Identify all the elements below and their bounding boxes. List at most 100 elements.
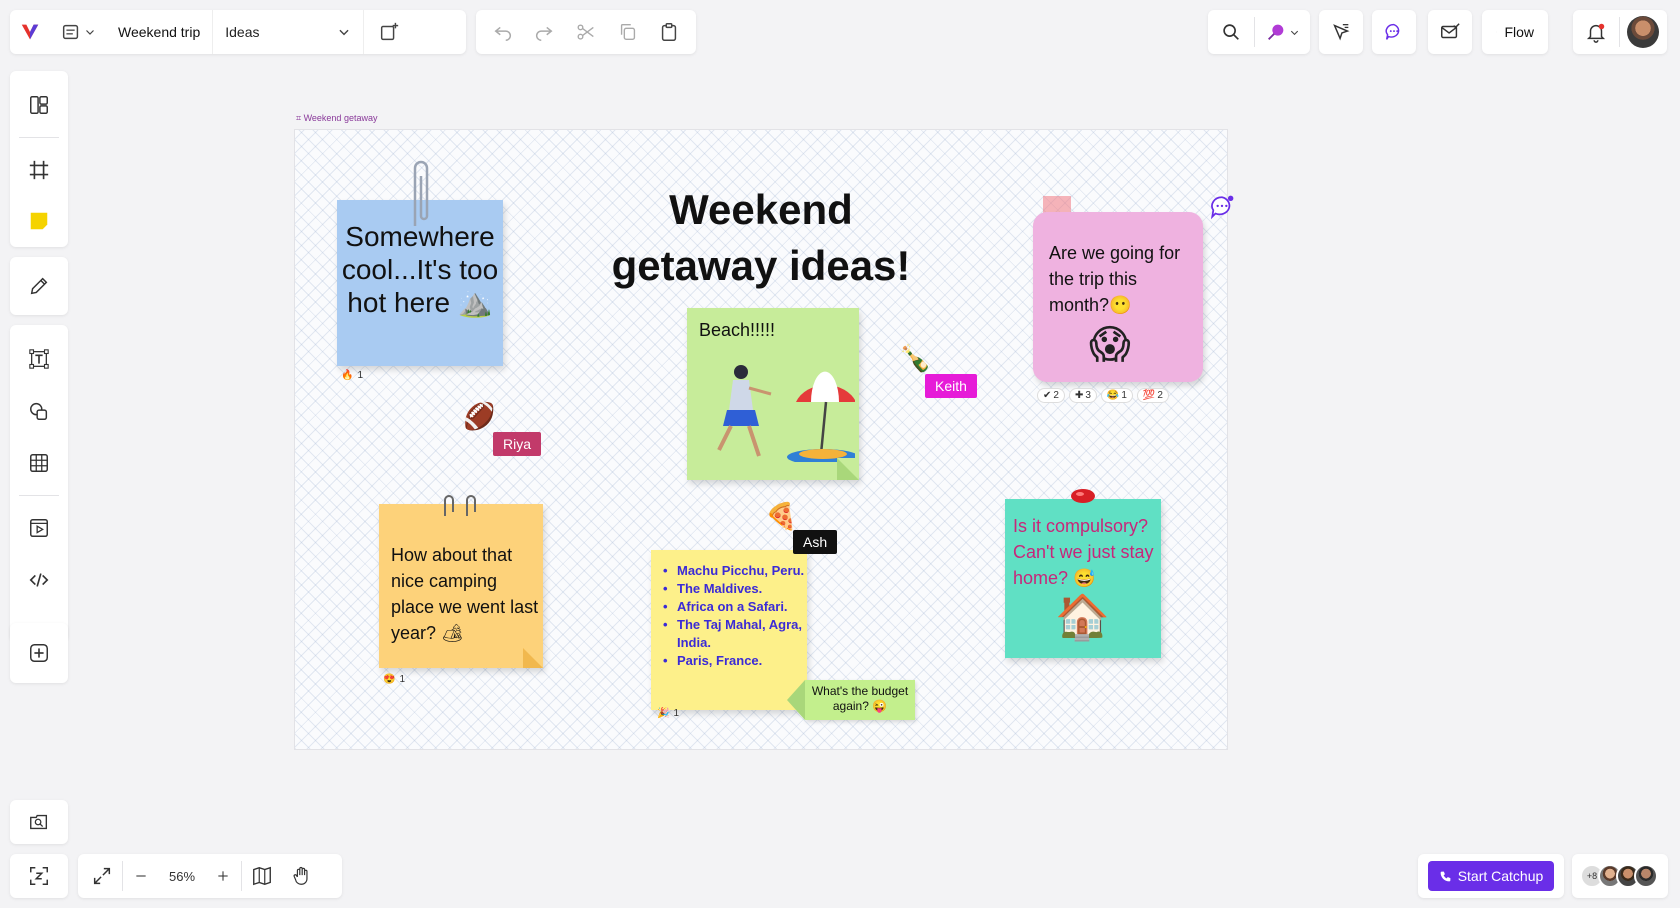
- table-tool-button[interactable]: [15, 437, 63, 489]
- zoom-out-button[interactable]: [123, 856, 159, 896]
- sticky-note-yellow[interactable]: How about that nice camping place we wen…: [379, 504, 543, 668]
- fullscreen-button[interactable]: [82, 856, 122, 896]
- comment-marker-icon[interactable]: [1209, 194, 1235, 220]
- pushpin-icon: [1071, 489, 1095, 503]
- zoom-toolbar: 56%: [78, 854, 342, 898]
- table-icon: [30, 454, 48, 472]
- paste-button[interactable]: [649, 12, 689, 52]
- zoom-level[interactable]: 56%: [159, 869, 205, 884]
- reaction-chip[interactable]: ✔ 2: [1037, 388, 1065, 403]
- zoom-to-fit-button[interactable]: [15, 854, 63, 898]
- redo-icon: [536, 26, 553, 41]
- flow-button[interactable]: Flow: [1482, 10, 1548, 54]
- chat-toolbar: [1372, 10, 1416, 54]
- templates-button[interactable]: [15, 79, 63, 131]
- cursor-select-icon: [1333, 24, 1350, 41]
- sticky-note-tool-button[interactable]: [15, 195, 63, 247]
- shapes-tool-button[interactable]: [15, 385, 63, 437]
- reaction-summary[interactable]: ✔ 2 ✚ 3 😂 1 💯 2: [1037, 388, 1169, 403]
- app-logo-icon[interactable]: [10, 12, 50, 52]
- copy-button[interactable]: [608, 12, 648, 52]
- cut-button[interactable]: [566, 12, 606, 52]
- sticky-note-green[interactable]: Beach!!!!!: [687, 308, 859, 480]
- reaction-count: 2: [1157, 390, 1163, 401]
- plus-square-icon: [30, 644, 48, 662]
- frame-canvas[interactable]: Weekend getaway ideas! Somewhere cool...…: [294, 129, 1234, 750]
- frame-tool-button[interactable]: [15, 144, 63, 196]
- folded-corner: [837, 458, 859, 480]
- chat-bubble-icon: [1385, 23, 1400, 40]
- left-toolbar-more: [10, 623, 68, 683]
- flow-label: Flow: [1504, 24, 1534, 40]
- plus-icon: [218, 871, 228, 881]
- add-page-icon: [381, 22, 399, 41]
- account-toolbar: [1573, 10, 1667, 54]
- budget-comment-note[interactable]: What's the budget again? 😜: [787, 680, 915, 720]
- left-toolbar-present: [10, 800, 68, 844]
- reaction-summary[interactable]: 🔥 1: [341, 370, 363, 381]
- budget-comment-text: What's the budget again? 😜: [811, 684, 909, 713]
- reaction-summary[interactable]: 🎉 1: [657, 708, 679, 719]
- media-tool-button[interactable]: [15, 502, 63, 554]
- reaction-chip[interactable]: ✚ 3: [1068, 388, 1097, 403]
- text-tool-button[interactable]: [15, 333, 63, 385]
- hand-icon: [293, 866, 308, 885]
- laughing-face-icon: 😂: [1106, 390, 1120, 401]
- undo-button[interactable]: [483, 12, 523, 52]
- sticky-note-pink[interactable]: Are we going for the trip this month?😶 😱: [1033, 212, 1203, 382]
- pin-icon: [1267, 24, 1283, 40]
- minimap-button[interactable]: [242, 856, 282, 896]
- cursor-name: Keith: [935, 378, 967, 394]
- list-item: The Taj Mahal, Agra, India.: [661, 616, 807, 652]
- add-page-button[interactable]: [364, 12, 414, 52]
- screaming-face-icon: 😱: [1089, 322, 1131, 368]
- destination-list: Machu Picchu, Peru. The Maldives. Africa…: [661, 562, 807, 670]
- collaborators-panel[interactable]: +8: [1572, 854, 1668, 898]
- catchup-panel: Start Catchup: [1418, 854, 1564, 898]
- more-tools-button[interactable]: [15, 627, 63, 679]
- pin-menu-button[interactable]: [1255, 12, 1309, 52]
- start-catchup-button[interactable]: Start Catchup: [1428, 861, 1554, 891]
- board-name[interactable]: Weekend trip: [106, 24, 212, 40]
- hand-tool-button[interactable]: [282, 856, 322, 896]
- frame-label[interactable]: ⌗ Weekend getaway: [296, 113, 377, 124]
- reaction-summary[interactable]: 😍 1: [383, 674, 405, 685]
- text-box-icon: [29, 349, 49, 369]
- sticky-note-teal[interactable]: Is it compulsory? Can't we just stay hom…: [1005, 499, 1161, 658]
- football-icon: 🏈: [463, 402, 496, 432]
- list-item: Machu Picchu, Peru.: [661, 562, 807, 580]
- left-toolbar-pen: [10, 257, 68, 315]
- board-title[interactable]: Weekend getaway ideas!: [601, 182, 921, 294]
- templates-icon: [30, 95, 48, 114]
- top-left-toolbar: Weekend trip Ideas: [10, 10, 466, 54]
- hundred-points-icon: 💯: [1142, 390, 1156, 401]
- sticky-note-list[interactable]: Machu Picchu, Peru. The Maldives. Africa…: [651, 550, 807, 710]
- select-cursor-button[interactable]: [1321, 12, 1361, 52]
- review-button[interactable]: [1430, 12, 1470, 52]
- binder-clips-icon: [444, 495, 476, 516]
- reaction-count: 1: [399, 674, 406, 685]
- chevron-down-icon: [86, 30, 94, 35]
- board-menu-button[interactable]: [50, 12, 106, 52]
- present-button[interactable]: [15, 800, 63, 844]
- sticky-note-text: Are we going for the trip this month?😶: [1049, 243, 1181, 315]
- phone-icon: [1440, 871, 1451, 881]
- zoom-in-button[interactable]: [205, 856, 241, 896]
- sticky-note-text: Beach!!!!!: [699, 320, 776, 340]
- chevron-down-icon: [1290, 30, 1298, 35]
- redo-button[interactable]: [524, 12, 564, 52]
- notifications-button[interactable]: [1573, 12, 1619, 52]
- folder-icon: [62, 24, 79, 40]
- profile-avatar-button[interactable]: [1620, 12, 1666, 52]
- reaction-chip[interactable]: 😂 1: [1100, 388, 1133, 403]
- review-toolbar: [1428, 10, 1472, 54]
- frame-label-text: Weekend getaway: [303, 113, 378, 123]
- comments-button[interactable]: [1374, 12, 1414, 52]
- reaction-chip[interactable]: 💯 2: [1136, 388, 1169, 403]
- list-item: The Maldives.: [661, 580, 807, 598]
- embed-tool-button[interactable]: [15, 554, 63, 606]
- pen-tool-button[interactable]: [15, 260, 63, 312]
- folded-corner: [523, 648, 543, 668]
- search-button[interactable]: [1208, 12, 1254, 52]
- page-selector[interactable]: Ideas: [213, 24, 363, 40]
